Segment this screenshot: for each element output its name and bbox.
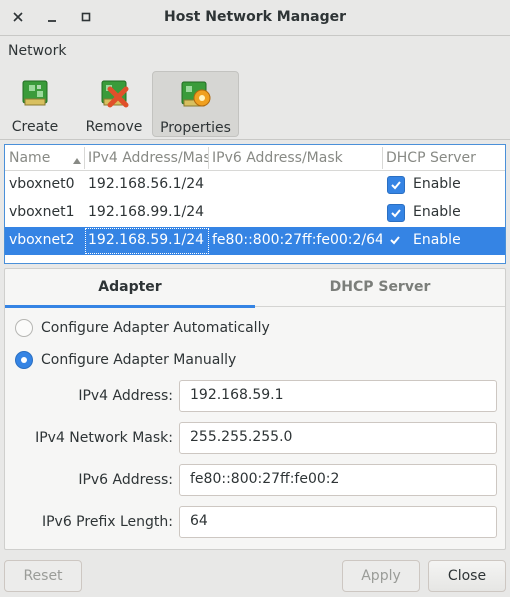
network-remove-icon <box>96 77 132 109</box>
table-row-selected[interactable]: vboxnet2 192.168.59.1/24 fe80::800:27ff:… <box>5 227 505 255</box>
network-properties-icon <box>178 78 214 110</box>
tab-bar: Adapter DHCP Server <box>5 269 505 308</box>
ipv4-address-field[interactable]: 192.168.59.1 <box>179 380 497 412</box>
configure-manually-label: Configure Adapter Manually <box>41 352 237 368</box>
ipv4-address-label: IPv4 Address: <box>78 388 173 404</box>
configure-manually-radio[interactable]: Configure Adapter Manually <box>15 351 236 369</box>
dhcp-enable-checkbox[interactable] <box>387 176 405 194</box>
apply-button[interactable]: Apply <box>342 560 420 592</box>
column-header-ipv4[interactable]: IPv4 Address/Mask <box>88 150 208 166</box>
checkmark-icon <box>391 209 401 218</box>
tab-adapter[interactable]: Adapter <box>5 269 255 308</box>
create-label: Create <box>11 119 59 135</box>
toolbar: Create Remove Properties <box>0 68 510 140</box>
network-table[interactable]: Name IPv4 Address/Mask IPv6 Address/Mask… <box>4 144 506 264</box>
row-name: vboxnet1 <box>9 204 75 220</box>
column-header-dhcp[interactable]: DHCP Server <box>386 150 502 166</box>
create-button[interactable]: Create <box>10 71 60 137</box>
dhcp-enable-checkbox[interactable] <box>387 232 405 250</box>
row-dhcp: Enable <box>413 204 461 220</box>
ipv6-address-field[interactable]: fe80::800:27ff:fe00:2 <box>179 464 497 496</box>
reset-button[interactable]: Reset <box>4 560 82 592</box>
row-ipv6: fe80::800:27ff:fe00:2/64 <box>212 232 382 248</box>
table-row[interactable]: vboxnet1 192.168.99.1/24 Enable <box>5 199 505 227</box>
properties-label: Properties <box>160 120 231 136</box>
window-title: Host Network Manager <box>164 9 346 25</box>
ipv6-prefix-field[interactable]: 64 <box>179 506 497 538</box>
table-row[interactable]: vboxnet0 192.168.56.1/24 Enable <box>5 171 505 199</box>
ipv6-address-label: IPv6 Address: <box>78 472 173 488</box>
network-add-icon <box>17 77 53 109</box>
close-button[interactable]: Close <box>428 560 506 592</box>
dhcp-enable-checkbox[interactable] <box>387 204 405 222</box>
configure-automatically-label: Configure Adapter Automatically <box>41 320 270 336</box>
ipv4-mask-label: IPv4 Network Mask: <box>35 430 173 446</box>
sort-ascending-icon <box>72 153 82 169</box>
ipv4-mask-field[interactable]: 255.255.255.0 <box>179 422 497 454</box>
row-name: vboxnet2 <box>9 232 75 248</box>
table-header: Name IPv4 Address/Mask IPv6 Address/Mask… <box>5 145 505 171</box>
properties-button[interactable]: Properties <box>152 71 239 137</box>
menu-bar: Network <box>0 37 510 67</box>
row-ipv4: 192.168.56.1/24 <box>88 176 205 192</box>
column-header-ipv6[interactable]: IPv6 Address/Mask <box>212 150 382 166</box>
row-ipv4: 192.168.59.1/24 <box>88 232 205 248</box>
radio-checked-icon <box>15 351 33 369</box>
configure-automatically-radio[interactable]: Configure Adapter Automatically <box>15 319 270 337</box>
checkmark-icon <box>391 181 401 190</box>
checkmark-icon <box>390 236 400 245</box>
row-dhcp: Enable <box>413 232 461 248</box>
radio-unchecked-icon <box>15 319 33 337</box>
column-header-name[interactable]: Name <box>9 150 73 166</box>
title-bar: Host Network Manager <box>0 0 510 36</box>
row-dhcp: Enable <box>413 176 461 192</box>
remove-label: Remove <box>85 119 143 135</box>
remove-button[interactable]: Remove <box>84 71 144 137</box>
details-panel: Adapter DHCP Server Configure Adapter Au… <box>4 268 506 550</box>
row-name: vboxnet0 <box>9 176 75 192</box>
tab-dhcp-server[interactable]: DHCP Server <box>255 269 505 307</box>
menu-network[interactable]: Network <box>8 43 66 59</box>
ipv6-prefix-label: IPv6 Prefix Length: <box>41 514 173 530</box>
row-ipv4: 192.168.99.1/24 <box>88 204 205 220</box>
